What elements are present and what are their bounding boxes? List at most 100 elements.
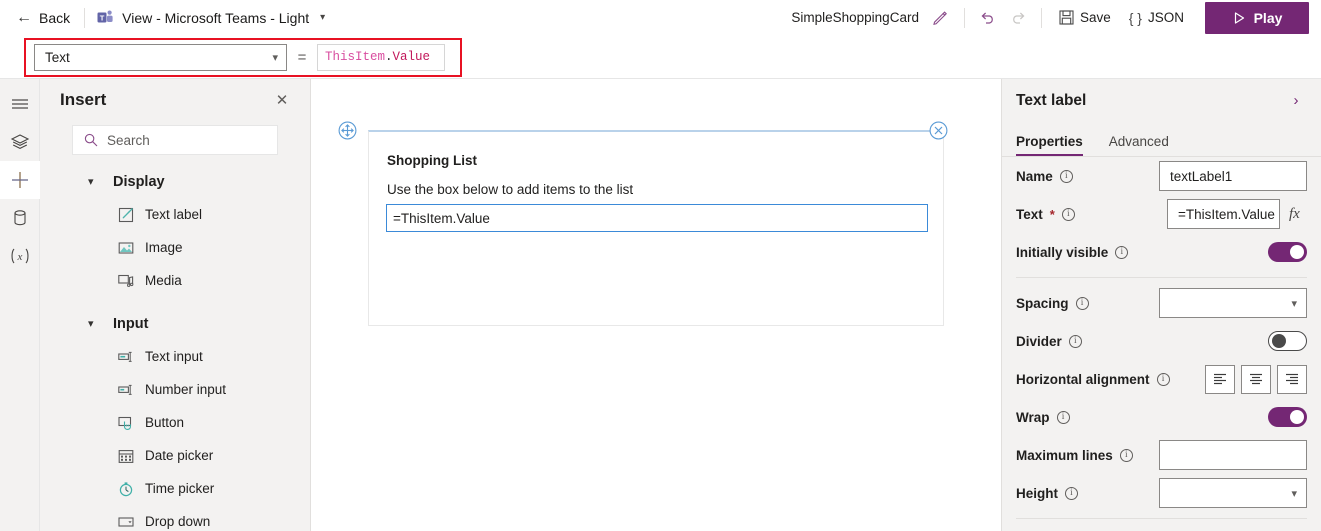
property-selector-dropdown[interactable]: Text ▾	[34, 43, 287, 71]
insert-panel: Insert ✕ Search ▾ Display Text label Ima…	[40, 79, 311, 531]
insert-item-drop-down[interactable]: Drop down	[40, 505, 310, 531]
property-row-wrap: Wrap i	[1002, 398, 1321, 436]
view-label: View - Microsoft Teams - Light	[122, 9, 310, 26]
property-row-initially-visible: Initially visible i	[1002, 233, 1321, 271]
chevron-down-icon: ▾	[272, 51, 278, 64]
property-label-group: Divider i	[1016, 334, 1082, 349]
chevron-down-icon: ▾	[1291, 297, 1297, 310]
info-icon[interactable]: i	[1156, 372, 1170, 386]
insert-item-text-input[interactable]: Text input	[40, 340, 310, 373]
redo-icon	[1013, 12, 1025, 24]
formula-input[interactable]: ThisItem. Value	[317, 43, 445, 71]
required-asterisk: *	[1049, 206, 1055, 222]
info-icon[interactable]: i	[1059, 169, 1073, 183]
property-label: Maximum lines	[1016, 447, 1113, 463]
rail-item-variables[interactable]: x	[0, 237, 40, 275]
search-icon	[84, 133, 98, 147]
pencil-icon	[933, 11, 948, 26]
close-icon[interactable]: ✕	[270, 88, 294, 112]
properties-divider	[1016, 518, 1307, 519]
search-input[interactable]: Search	[72, 125, 278, 155]
search-placeholder: Search	[107, 132, 150, 148]
view-selector[interactable]: T View - Microsoft Teams - Light ▾	[85, 0, 337, 36]
app-canvas[interactable]: Shopping List Use the box below to add i…	[311, 79, 1001, 531]
insert-item-time-picker[interactable]: Time picker	[40, 472, 310, 505]
card-text-label-control[interactable]: =ThisItem.Value	[386, 204, 928, 232]
property-label-group: Initially visible i	[1016, 244, 1129, 260]
insert-item-text-label[interactable]: Text label	[40, 198, 310, 231]
tab-properties[interactable]: Properties	[1016, 134, 1083, 156]
property-label-group: Wrap i	[1016, 410, 1070, 425]
name-field-value: textLabel1	[1170, 168, 1233, 184]
insert-group-input[interactable]: ▾ Input	[40, 307, 310, 340]
play-button[interactable]: Play	[1205, 1, 1309, 34]
info-icon[interactable]: i	[1061, 207, 1075, 221]
card-subtitle: Use the box below to add items to the li…	[387, 182, 634, 197]
info-icon[interactable]: i	[1056, 410, 1070, 424]
info-icon[interactable]: i	[1119, 448, 1133, 462]
text-field[interactable]: =ThisItem.Value	[1167, 199, 1280, 229]
property-label-group: Horizontal alignment i	[1016, 372, 1170, 387]
toolbar-right-group: SimpleShoppingCard Save {} JSON Play	[791, 0, 1321, 36]
info-icon[interactable]: i	[1065, 486, 1078, 500]
height-dropdown[interactable]: ▾	[1159, 478, 1307, 508]
rail-item-data[interactable]	[0, 199, 40, 237]
property-label: Spacing	[1016, 295, 1069, 311]
property-row-name: Name i textLabel1	[1002, 157, 1321, 195]
name-field[interactable]: textLabel1	[1159, 161, 1307, 191]
insert-item-label: Text input	[145, 349, 203, 364]
property-control-group: textLabel1	[1159, 161, 1307, 191]
tab-advanced[interactable]: Advanced	[1109, 134, 1169, 156]
shopping-list-card[interactable]: Shopping List Use the box below to add i…	[368, 130, 944, 326]
align-left-button[interactable]	[1205, 364, 1235, 394]
align-center-button[interactable]	[1241, 364, 1271, 394]
insert-group-title: Display	[113, 173, 165, 190]
save-button[interactable]: Save	[1050, 3, 1120, 33]
wrap-toggle[interactable]	[1268, 407, 1307, 427]
insert-group-display[interactable]: ▾ Display	[40, 165, 310, 198]
insert-item-label: Text label	[145, 207, 203, 222]
property-row-maximum-lines: Maximum lines i	[1002, 436, 1321, 474]
insert-item-media[interactable]: Media	[40, 264, 310, 297]
insert-panel-header: Insert ✕	[40, 79, 310, 121]
text-label-icon	[118, 207, 134, 223]
property-label-group: Spacing i	[1016, 296, 1089, 311]
insert-item-image[interactable]: Image	[40, 231, 310, 264]
delete-circle-icon[interactable]	[929, 121, 948, 140]
property-label-group: Name i	[1016, 169, 1073, 184]
chevron-right-icon[interactable]: ›	[1285, 92, 1307, 109]
redo-button	[1003, 3, 1033, 33]
formula-token-object: ThisItem	[325, 50, 386, 64]
rail-item-menu[interactable]	[0, 85, 40, 123]
insert-item-number-input[interactable]: Number input	[40, 373, 310, 406]
info-icon[interactable]: i	[1075, 296, 1089, 310]
svg-text:x: x	[16, 251, 22, 263]
properties-panel: Text label › Properties Advanced Name i …	[1001, 79, 1321, 531]
info-icon[interactable]: i	[1115, 245, 1129, 259]
property-control-group: ▾	[1159, 288, 1307, 318]
align-right-button[interactable]	[1277, 364, 1307, 394]
back-button[interactable]: ← Back	[0, 0, 84, 36]
initially-visible-toggle[interactable]	[1268, 242, 1307, 262]
rail-item-tree-view[interactable]	[0, 123, 40, 161]
insert-item-label: Drop down	[145, 514, 211, 529]
info-icon[interactable]: i	[1068, 334, 1082, 348]
insert-item-date-picker[interactable]: Date picker	[40, 439, 310, 472]
rail-item-insert[interactable]	[0, 161, 40, 199]
json-button[interactable]: { } JSON	[1120, 3, 1193, 33]
plus-insert-icon	[11, 172, 28, 188]
insert-item-label: Image	[145, 240, 183, 255]
spacing-dropdown[interactable]: ▾	[1159, 288, 1307, 318]
maximum-lines-field[interactable]	[1159, 440, 1307, 470]
app-name-label: SimpleShoppingCard	[791, 10, 919, 25]
divider-toggle[interactable]	[1268, 331, 1307, 351]
property-label-group: Text * i	[1016, 207, 1075, 222]
property-label: Initially visible	[1016, 244, 1109, 260]
rename-app-button[interactable]	[926, 3, 956, 33]
undo-button[interactable]	[973, 3, 1003, 33]
fx-formula-icon[interactable]: fx	[1289, 206, 1307, 223]
move-handle-icon[interactable]	[338, 121, 357, 140]
insert-item-button[interactable]: Button	[40, 406, 310, 439]
play-label: Play	[1253, 9, 1283, 26]
undo-icon	[981, 12, 993, 24]
